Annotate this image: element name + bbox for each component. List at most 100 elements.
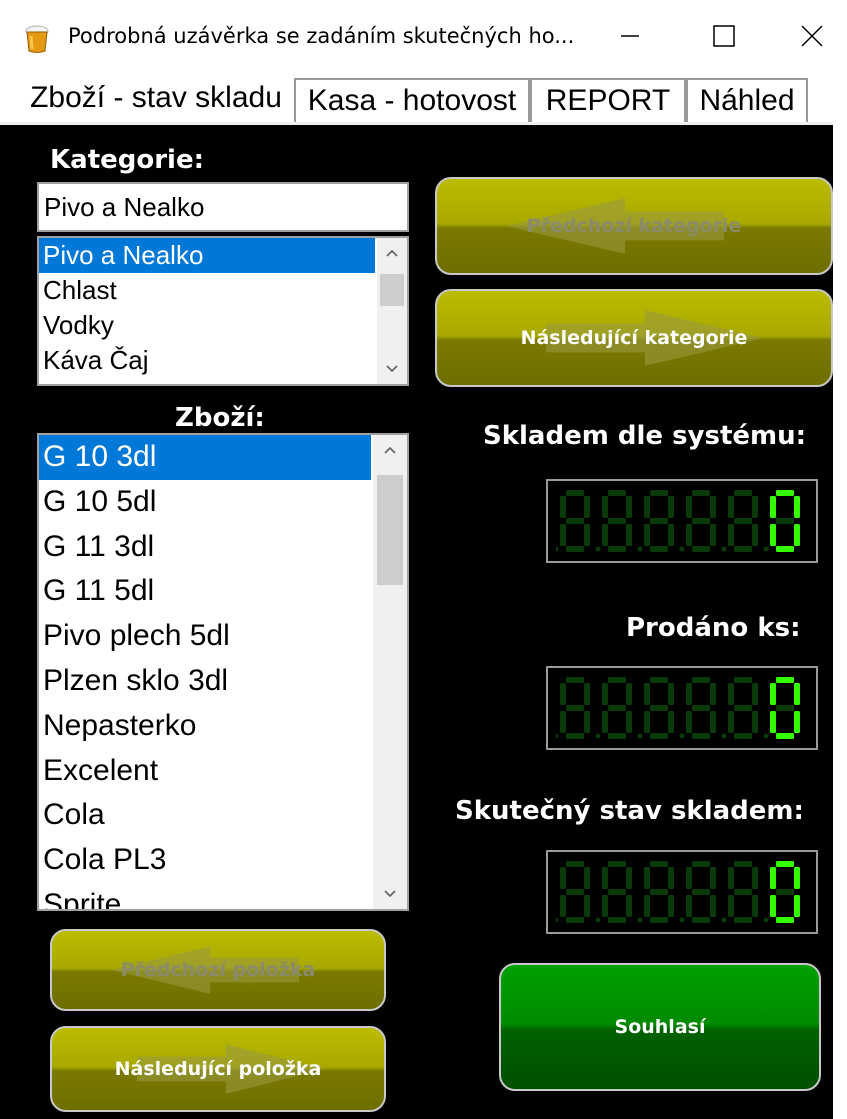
prev-item-button[interactable]: Předchozí položka xyxy=(50,929,386,1011)
lcd-segment xyxy=(566,889,584,895)
lcd-segment xyxy=(692,546,710,552)
lcd-segment xyxy=(644,524,650,546)
tab-report[interactable]: REPORT xyxy=(530,78,686,122)
lcd-segment xyxy=(668,683,674,705)
lcd-segment xyxy=(608,546,626,552)
scroll-thumb[interactable] xyxy=(380,274,404,306)
actual-stock-label: Skutečný stav skladem: xyxy=(455,796,804,826)
lcd-segment xyxy=(602,711,608,733)
window-title: Podrobná uzávěrka se zadáním skutečných … xyxy=(68,24,575,48)
category-scrollbar[interactable] xyxy=(377,238,407,384)
goods-scrollbar[interactable] xyxy=(373,435,407,909)
lcd-segment xyxy=(608,705,626,711)
maximize-icon[interactable] xyxy=(678,0,770,72)
tab-goods-stock[interactable]: Zboží - stav skladu xyxy=(18,72,294,122)
lcd-segment xyxy=(602,867,608,889)
lcd-segment xyxy=(770,711,776,733)
lcd-segment xyxy=(734,546,752,552)
list-item[interactable]: G 11 3dl xyxy=(39,525,407,570)
list-item[interactable]: G 11 5dl xyxy=(39,569,407,614)
lcd-decimal-point xyxy=(637,546,643,552)
lcd-segment xyxy=(686,895,692,917)
lcd-segment xyxy=(584,524,590,546)
list-item[interactable]: Chlast xyxy=(39,273,407,308)
lcd-segment xyxy=(560,496,566,518)
lcd-segment xyxy=(566,546,584,552)
list-item[interactable]: Excelent xyxy=(39,749,407,794)
scroll-down-icon[interactable] xyxy=(377,354,407,384)
lcd-digits xyxy=(556,490,800,552)
list-item[interactable]: Cola xyxy=(39,793,407,838)
scroll-thumb[interactable] xyxy=(377,475,403,585)
lcd-segment xyxy=(776,733,794,739)
lcd-segment xyxy=(692,861,710,867)
lcd-segment xyxy=(752,867,758,889)
lcd-segment xyxy=(710,524,716,546)
lcd-segment xyxy=(692,733,710,739)
next-item-button[interactable]: Následující položka xyxy=(50,1026,386,1112)
minimize-icon[interactable] xyxy=(584,0,676,72)
lcd-segment xyxy=(608,917,626,923)
system-stock-display xyxy=(546,479,818,563)
lcd-segment xyxy=(728,867,734,889)
lcd-segment xyxy=(794,867,800,889)
lcd-segment xyxy=(734,490,752,496)
main-panel: Kategorie: Pivo a Nealko Pivo a Nealko C… xyxy=(0,122,833,1119)
lcd-segment xyxy=(602,524,608,546)
lcd-segment xyxy=(668,867,674,889)
lcd-segment xyxy=(626,867,632,889)
next-category-button[interactable]: Následující kategorie xyxy=(435,289,833,387)
lcd-segment xyxy=(770,683,776,705)
scroll-up-icon[interactable] xyxy=(377,238,407,268)
list-item[interactable]: Vodky xyxy=(39,308,407,343)
lcd-segment xyxy=(650,705,668,711)
list-item[interactable]: Pivo a Nealko xyxy=(39,238,375,273)
category-list[interactable]: Pivo a Nealko Chlast Vodky Káva Čaj xyxy=(37,236,409,386)
lcd-segment xyxy=(710,711,716,733)
lcd-segment xyxy=(650,518,668,524)
lcd-decimal-point xyxy=(595,733,601,739)
close-icon[interactable] xyxy=(766,0,847,72)
lcd-segment xyxy=(692,518,710,524)
lcd-segment xyxy=(734,861,752,867)
tab-cash[interactable]: Kasa - hotovost xyxy=(294,78,530,122)
lcd-segment xyxy=(776,705,794,711)
scroll-down-icon[interactable] xyxy=(373,879,407,909)
tab-preview[interactable]: Náhled xyxy=(686,78,808,122)
lcd-segment xyxy=(644,895,650,917)
lcd-segment xyxy=(650,677,668,683)
list-item[interactable]: Plzen sklo 3dl xyxy=(39,659,407,704)
list-item[interactable]: Káva Čaj xyxy=(39,343,407,378)
list-item[interactable]: Cola PL3 xyxy=(39,838,407,883)
sold-display xyxy=(546,666,818,750)
lcd-decimal-point xyxy=(721,733,727,739)
lcd-segment xyxy=(692,705,710,711)
list-item[interactable]: Pivo plech 5dl xyxy=(39,614,407,659)
lcd-segment xyxy=(560,524,566,546)
list-item[interactable]: Sprite xyxy=(39,883,407,909)
goods-list[interactable]: G 10 3dl G 10 5dl G 11 3dl G 11 5dl Pivo… xyxy=(37,433,409,911)
lcd-segment xyxy=(734,705,752,711)
list-item[interactable]: Nepasterko xyxy=(39,704,407,749)
lcd-segment xyxy=(608,861,626,867)
list-item[interactable]: G 10 3dl xyxy=(39,435,371,480)
lcd-decimal-point xyxy=(595,917,601,923)
category-combobox[interactable]: Pivo a Nealko xyxy=(37,182,409,232)
lcd-segment xyxy=(728,711,734,733)
lcd-segment xyxy=(650,490,668,496)
lcd-decimal-point xyxy=(763,546,769,552)
prev-category-button[interactable]: Předchozí kategorie xyxy=(435,177,833,275)
lcd-segment xyxy=(650,917,668,923)
actual-stock-display[interactable] xyxy=(546,850,818,934)
lcd-segment xyxy=(752,524,758,546)
lcd-segment xyxy=(770,895,776,917)
lcd-segment xyxy=(566,917,584,923)
list-item[interactable]: G 10 5dl xyxy=(39,480,407,525)
lcd-segment xyxy=(776,861,794,867)
agree-button[interactable]: Souhlasí xyxy=(499,963,821,1091)
lcd-segment xyxy=(686,711,692,733)
scroll-up-icon[interactable] xyxy=(373,435,407,465)
lcd-segment xyxy=(584,683,590,705)
lcd-decimal-point xyxy=(721,546,727,552)
lcd-segment xyxy=(644,683,650,705)
